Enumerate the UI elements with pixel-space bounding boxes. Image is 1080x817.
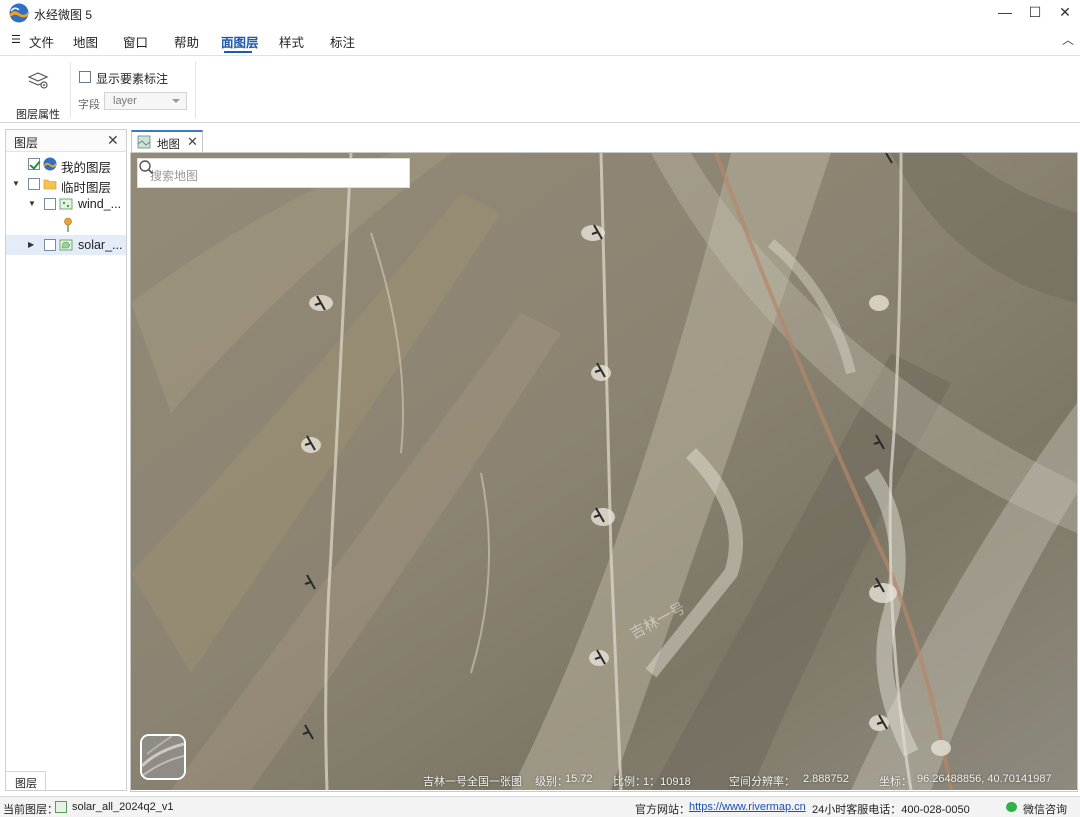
map-status-bar: 吉林一号全国一张图 级别： 15.72 比例： 1：10918 空间分辨率： 2… (131, 769, 1077, 790)
basemap-icon (43, 157, 57, 171)
layer-properties-label: 图层属性 (16, 109, 60, 121)
close-button[interactable]: ✕ (1050, 0, 1080, 24)
ribbon: 图层属性 显示要素标注 字段 layer (0, 55, 1080, 123)
tab-map-label: 地图 (157, 139, 180, 151)
expand-arrow-icon[interactable]: ▼ (28, 199, 36, 208)
tree-item-wind-layer[interactable]: ▼ wind_... (6, 194, 126, 214)
title-bar: 水经微图 5 — ☐ ✕ (0, 0, 1080, 26)
website-label: 官方网站： (635, 804, 690, 816)
layer-panel-title: 图层 (14, 136, 39, 150)
close-icon[interactable]: ✕ (187, 134, 198, 150)
hamburger-icon[interactable]: ☰ (11, 33, 21, 46)
menu-item-style[interactable]: 样式 (279, 32, 304, 51)
layer-panel: 图层 ✕ 我的图层 ▼ 临时图层 ▼ wind_... ▶ solar_... … (5, 129, 127, 791)
search-icon[interactable] (138, 159, 154, 175)
imagery-source: 吉林一号全国一张图 (423, 776, 522, 788)
polygon-layer-icon (59, 239, 73, 251)
app-logo-icon (9, 3, 29, 23)
wechat-consult-button[interactable]: 微信咨询 (1023, 801, 1067, 817)
layer-checkbox[interactable] (28, 178, 40, 190)
tree-item-label: wind_... (78, 197, 122, 211)
satellite-imagery (131, 153, 1077, 790)
tree-item-solar-layer[interactable]: ▶ solar_... (6, 235, 126, 255)
coordinate-value: 96.26488856, 40.70141987 (917, 773, 1052, 785)
search-placeholder: 搜索地图 (150, 169, 199, 183)
active-menu-indicator (224, 51, 252, 53)
tab-map[interactable]: 地图 ✕ (131, 130, 203, 153)
menu-item-polygon-layer[interactable]: 面图层 (221, 32, 259, 51)
resolution-label: 空间分辨率： (729, 776, 795, 788)
menu-bar: ☰ 文件 地图 窗口 帮助 面图层 样式 标注 ︿ (0, 27, 1080, 54)
show-labels-text: 显示要素标注 (96, 72, 169, 86)
zoom-level-label: 级别： (535, 776, 568, 788)
collapse-ribbon-icon[interactable]: ︿ (1062, 31, 1074, 48)
field-label: 字段 (78, 99, 100, 111)
menu-item-file[interactable]: 文件 (29, 32, 54, 51)
close-icon[interactable]: ✕ (107, 132, 119, 149)
tree-item-label: solar_... (78, 238, 123, 252)
show-labels-checkbox[interactable] (79, 71, 91, 83)
maximize-button[interactable]: ☐ (1020, 0, 1050, 24)
layer-panel-footer-tab[interactable]: 图层 (6, 771, 46, 790)
point-layer-icon (59, 198, 73, 210)
expand-arrow-icon[interactable]: ▼ (12, 179, 20, 188)
current-layer-label: 当前图层： (3, 804, 58, 816)
field-select-value: layer (113, 95, 137, 107)
tree-item-temp-layers[interactable]: ▼ 临时图层 (6, 174, 126, 195)
menu-item-map[interactable]: 地图 (73, 32, 98, 51)
map-icon (137, 135, 151, 149)
layer-properties-button[interactable]: 图层属性 (8, 64, 68, 121)
map-scale-value: 1：10918 (643, 776, 691, 788)
polygon-layer-icon (55, 801, 67, 813)
current-layer-name: solar_all_2024q2_v1 (72, 801, 174, 813)
minimize-button[interactable]: — (990, 0, 1020, 24)
menu-item-window[interactable]: 窗口 (123, 32, 148, 51)
map-view[interactable]: 搜索地图 吉林一号 吉林一号全国一张图 级别： 15.72 比例： 1：1091… (131, 153, 1077, 790)
menu-item-label[interactable]: 标注 (330, 32, 355, 51)
wechat-icon (1006, 802, 1017, 812)
wind-symbol-row (6, 214, 126, 236)
map-search-box[interactable]: 搜索地图 (137, 158, 410, 188)
status-bar: 当前图层： solar_all_2024q2_v1 官方网站： https://… (0, 796, 1080, 817)
app-title: 水经微图 5 (34, 8, 93, 22)
tree-item-my-layers[interactable]: 我的图层 (6, 154, 126, 175)
ribbon-divider (70, 62, 71, 118)
map-scale-label: 比例： (613, 776, 646, 788)
chevron-down-icon (172, 99, 180, 103)
hotline-text: 24小时客服电话：400-028-0050 (812, 804, 970, 816)
layer-stack-icon (27, 72, 49, 89)
layer-panel-header: 图层 ✕ (6, 130, 126, 152)
resolution-value: 2.888752 (803, 773, 849, 785)
layer-checkbox[interactable] (44, 198, 56, 210)
menu-item-help[interactable]: 帮助 (174, 32, 199, 51)
layer-checkbox[interactable] (28, 158, 40, 170)
layer-checkbox[interactable] (44, 239, 56, 251)
map-pin-icon (64, 217, 72, 232)
field-select[interactable]: layer (104, 92, 187, 110)
zoom-level-value: 15.72 (565, 773, 593, 785)
ribbon-divider (195, 62, 196, 118)
layer-panel-footer-label: 图层 (15, 778, 37, 790)
folder-icon (43, 179, 57, 190)
coordinate-label: 坐标： (879, 776, 912, 788)
expand-arrow-icon[interactable]: ▶ (28, 240, 34, 249)
website-link[interactable]: https://www.rivermap.cn (689, 801, 806, 813)
